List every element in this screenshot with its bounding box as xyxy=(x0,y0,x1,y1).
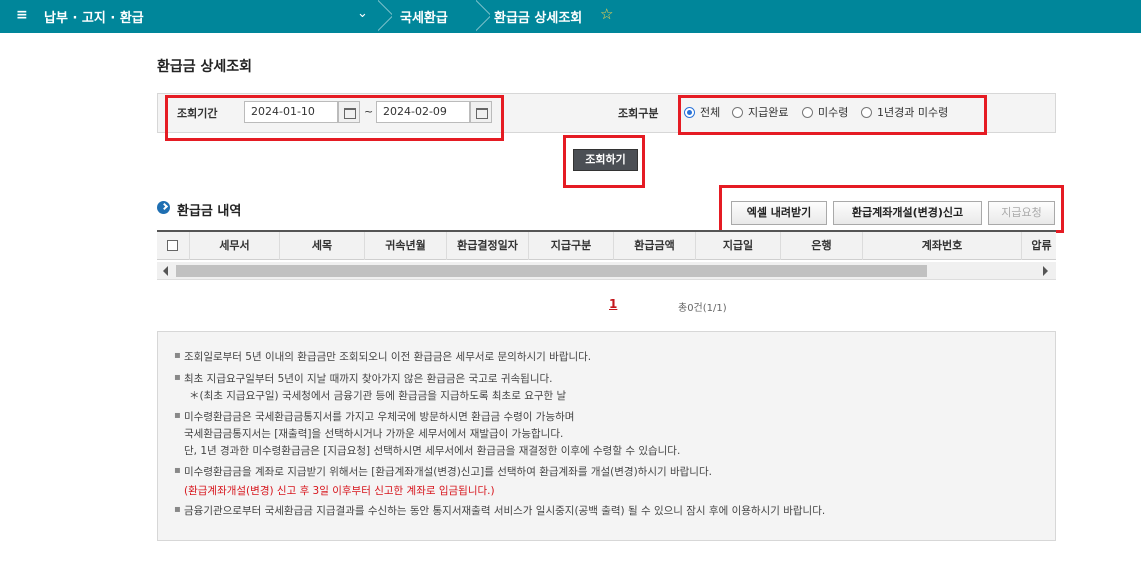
top-navigation-bar: ≡ 납부 · 고지 · 환급 ⌄ 국세환급 환급금 상세조회 ☆ xyxy=(0,0,1141,33)
favorite-star-icon[interactable]: ☆ xyxy=(600,5,613,23)
notice-line: 미수령환급금을 계좌로 지급받기 위해서는 [환급계좌개설(변경)신고]를 선택… xyxy=(184,466,712,478)
table-header: 세무서 세목 귀속년월 환급결정일자 지급구분 환급금액 지급일 은행 계좌번호… xyxy=(157,230,1056,260)
bullet: ▪ xyxy=(174,350,181,361)
breadcrumb-main[interactable]: 납부 · 고지 · 환급 xyxy=(44,7,144,26)
highlight-period xyxy=(165,95,504,141)
breadcrumb-refund[interactable]: 국세환급 xyxy=(400,7,448,26)
col-bank: 은행 xyxy=(780,232,862,260)
notice-line: 단, 1년 경과한 미수령환급금은 [지급요청] 선택하시면 세무서에서 환급금… xyxy=(184,445,681,457)
horizontal-scrollbar[interactable] xyxy=(157,262,1056,280)
col-account-number: 계좌번호 xyxy=(862,232,1021,260)
select-all-checkbox[interactable] xyxy=(167,240,178,251)
account-register-button[interactable]: 환급계좌개설(변경)신고 xyxy=(833,201,982,225)
scroll-right-icon[interactable] xyxy=(1043,266,1048,276)
col-payment-type: 지급구분 xyxy=(528,232,613,260)
col-amount: 환급금액 xyxy=(613,232,695,260)
notice-line: 국세환급금통지서는 [재출력]을 선택하시거나 가까운 세무서에서 재발급이 가… xyxy=(184,428,564,440)
breadcrumb-separator xyxy=(378,0,392,33)
search-button[interactable]: 조회하기 xyxy=(573,149,638,171)
section-arrow-icon xyxy=(157,201,170,214)
type-label: 조회구분 xyxy=(618,107,659,120)
notice-line: 조회일로부터 5년 이내의 환급금만 조회되오니 이전 환급금은 세무서로 문의… xyxy=(184,351,592,363)
section-title: 환급금 내역 xyxy=(177,204,242,219)
menu-icon[interactable]: ≡ xyxy=(16,7,28,23)
notice-line: ＊(최초 지급요구일) 국세청에서 금융기관 등에 환급금을 지급하도록 최초로… xyxy=(189,390,567,402)
col-tax-office: 세무서 xyxy=(189,232,279,260)
col-seizure: 압류 xyxy=(1021,232,1061,260)
col-tax-item: 세목 xyxy=(279,232,364,260)
bullet: ▪ xyxy=(174,504,181,515)
notice-line: 금융기관으로부터 국세환급금 지급결과를 수신하는 동안 통지서재출력 서비스가… xyxy=(184,505,826,517)
payment-request-button[interactable]: 지급요청 xyxy=(988,201,1055,225)
chevron-down-icon[interactable]: ⌄ xyxy=(357,6,368,21)
col-period: 귀속년월 xyxy=(364,232,446,260)
bullet: ▪ xyxy=(174,465,181,476)
col-decision-date: 환급결정일자 xyxy=(446,232,528,260)
total-count: 총0건(1/1) xyxy=(678,303,727,314)
page-title: 환급금 상세조회 xyxy=(157,59,253,75)
breadcrumb-separator xyxy=(476,0,490,33)
excel-download-button[interactable]: 엑셀 내려받기 xyxy=(731,201,827,225)
notice-line-red: (환급계좌개설(변경) 신고 후 3일 이후부터 신고한 계좌로 입금됩니다.) xyxy=(184,485,495,497)
highlight-type xyxy=(678,95,987,135)
bullet: ▪ xyxy=(174,372,181,383)
notice-line: 미수령환급금은 국세환급금통지서를 가지고 우체국에 방문하시면 환급금 수령이… xyxy=(184,411,575,423)
bullet: ▪ xyxy=(174,410,181,421)
scroll-thumb[interactable] xyxy=(176,265,927,277)
notice-line: 최초 지급요구일부터 5년이 지날 때까지 찾아가지 않은 환급금은 국고로 귀… xyxy=(184,373,553,385)
breadcrumb-current[interactable]: 환급금 상세조회 xyxy=(494,7,582,26)
scroll-left-icon[interactable] xyxy=(163,266,168,276)
col-payment-date: 지급일 xyxy=(695,232,780,260)
pagination-page-1[interactable]: 1 xyxy=(609,297,617,311)
